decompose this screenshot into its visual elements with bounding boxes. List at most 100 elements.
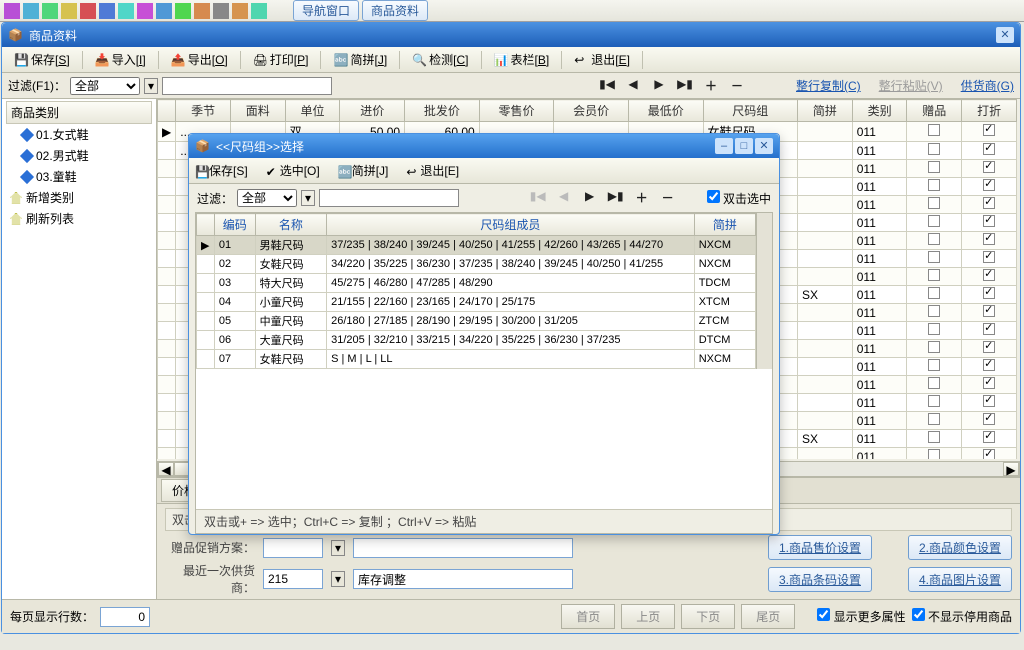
dialog-row[interactable]: 04小童尺码21/155 | 22/160 | 23/165 | 24/170 … [197, 293, 756, 312]
tool-icon[interactable] [23, 3, 39, 19]
color-setting-button[interactable]: 2.商品颜色设置 [908, 535, 1012, 560]
toolbar-保存[interactable]: 💾保存[S] [8, 49, 76, 70]
dialog-min-button[interactable]: – [715, 138, 733, 154]
tree-action[interactable]: 刷新列表 [6, 208, 152, 229]
tree-item[interactable]: 01.女式鞋 [6, 124, 152, 145]
dialog-row[interactable]: ▶01男鞋尺码37/235 | 38/240 | 39/245 | 40/250… [197, 236, 756, 255]
supplier-code-input[interactable] [263, 569, 323, 589]
tool-icon[interactable] [213, 3, 229, 19]
tool-icon[interactable] [118, 3, 134, 19]
main-toolbar: 💾保存[S] 📥导入[I] 📤导出[O] 🖨打印[P] 🔤简拼[J] 🔍检测[C] 📊表栏[… [2, 47, 1020, 73]
dialog-filter-input[interactable] [319, 189, 459, 207]
dbl-click-checkbox[interactable]: 双击选中 [707, 190, 771, 207]
page-prev[interactable]: 上页 [621, 604, 675, 629]
supplier-name-input[interactable] [353, 569, 573, 589]
rows-label: 每页显示行数： [10, 608, 94, 625]
nav-last[interactable]: ▶▮ [674, 77, 696, 95]
dialog-filter-row: 过滤： 全部 ▾ ▮◀ ◀ ▶ ▶▮ ＋ － 双击选中 [189, 184, 779, 212]
dlg-nav-last[interactable]: ▶▮ [605, 189, 627, 207]
nav-prev[interactable]: ◀ [622, 77, 644, 95]
dlg-toolbar-btn[interactable]: ↩退出[E] [406, 162, 459, 179]
barcode-setting-button[interactable]: 3.商品条码设置 [768, 567, 872, 592]
tool-icon[interactable] [80, 3, 96, 19]
toolbar-导出[interactable]: 📤导出[O] [165, 49, 234, 70]
tree-item[interactable]: 03.童鞋 [6, 166, 152, 187]
filter-input[interactable] [162, 77, 332, 95]
dialog-filter-select[interactable]: 全部 [237, 189, 297, 207]
dialog-row[interactable]: 07女鞋尺码S | M | L | LLNXCM [197, 350, 756, 369]
tool-icon[interactable] [4, 3, 20, 19]
dialog-row[interactable]: 03特大尺码45/275 | 46/280 | 47/285 | 48/290T… [197, 274, 756, 293]
page-last[interactable]: 尾页 [741, 604, 795, 629]
dialog-close-button[interactable]: ✕ [755, 138, 773, 154]
hide-stopped-checkbox[interactable]: 不显示停用商品 [912, 608, 1012, 625]
dlg-toolbar-btn[interactable]: 💾保存[S] [195, 162, 248, 179]
toolbar-icon: 🖨 [253, 53, 267, 67]
window-title: 商品资料 [29, 27, 77, 44]
promo-dropdown-icon[interactable]: ▾ [331, 540, 345, 556]
dialog-max-button[interactable]: □ [735, 138, 753, 154]
filter-select[interactable]: 全部 [70, 77, 140, 95]
dialog-v-scrollbar[interactable] [756, 213, 772, 369]
toolbar-简拼[interactable]: 🔤简拼[J] [327, 49, 393, 70]
dlg-nav-remove[interactable]: － [657, 189, 679, 207]
supplier-dropdown-icon[interactable]: ▾ [331, 571, 345, 587]
dialog-filter-dropdown-icon[interactable]: ▾ [301, 190, 315, 206]
scroll-right-icon[interactable]: ▶ [1003, 462, 1019, 476]
dialog-filter-label: 过滤： [197, 190, 233, 207]
toolbar-退出[interactable]: ↩退出[E] [568, 49, 636, 70]
tool-icon[interactable] [175, 3, 191, 19]
dialog-toolbar: 💾保存[S] ✔选中[O] 🔤简拼[J] ↩退出[E] [189, 158, 779, 184]
image-setting-button[interactable]: 4.商品图片设置 [908, 567, 1012, 592]
app-toolbar: 导航窗口 商品资料 [0, 0, 1024, 22]
show-more-checkbox[interactable]: 显示更多属性 [817, 608, 905, 625]
tab-product-info[interactable]: 商品资料 [362, 0, 428, 21]
dialog-icon: 📦 [195, 139, 210, 153]
filter-row: 过滤(F1)： 全部 ▾ ▮◀ ◀ ▶ ▶▮ ＋ － 整行复制(C) 整行粘贴(… [2, 73, 1020, 99]
tool-icon[interactable] [137, 3, 153, 19]
dlg-nav-prev[interactable]: ◀ [553, 189, 575, 207]
dlg-nav-first[interactable]: ▮◀ [527, 189, 549, 207]
toolbar-打印[interactable]: 🖨打印[P] [247, 49, 315, 70]
tool-icon[interactable] [99, 3, 115, 19]
promo-name-input[interactable] [353, 538, 573, 558]
price-setting-button[interactable]: 1.商品售价设置 [768, 535, 872, 560]
nav-next[interactable]: ▶ [648, 77, 670, 95]
tree-action[interactable]: 新增类别 [6, 187, 152, 208]
toolbar-检测[interactable]: 🔍检测[C] [406, 49, 474, 70]
toolbar-导入[interactable]: 📥导入[I] [89, 49, 152, 70]
promo-code-input[interactable] [263, 538, 323, 558]
dialog-grid[interactable]: 编码名称尺码组成员简拼▶01男鞋尺码37/235 | 38/240 | 39/2… [195, 212, 773, 534]
diamond-icon [20, 127, 34, 141]
tool-icon[interactable] [156, 3, 172, 19]
supplier-button[interactable]: 供货商(G) [961, 77, 1014, 94]
tool-icon[interactable] [42, 3, 58, 19]
dialog-row[interactable]: 06大童尺码31/205 | 32/210 | 33/215 | 34/220 … [197, 331, 756, 350]
close-button[interactable]: ✕ [996, 27, 1014, 43]
tool-icon[interactable] [61, 3, 77, 19]
tab-nav-window[interactable]: 导航窗口 [293, 0, 359, 21]
page-next[interactable]: 下页 [681, 604, 735, 629]
filter-dropdown-icon[interactable]: ▾ [144, 78, 158, 94]
app-icon: 📦 [8, 28, 23, 42]
nav-remove[interactable]: － [726, 77, 748, 95]
dlg-toolbar-btn[interactable]: 🔤简拼[J] [338, 162, 389, 179]
tree-item[interactable]: 02.男式鞋 [6, 145, 152, 166]
dialog-row[interactable]: 05中童尺码26/180 | 27/185 | 28/190 | 29/195 … [197, 312, 756, 331]
page-first[interactable]: 首页 [561, 604, 615, 629]
tool-icon[interactable] [251, 3, 267, 19]
rows-input[interactable] [100, 607, 150, 627]
toolbar-表栏[interactable]: 📊表栏[B] [488, 49, 556, 70]
nav-first[interactable]: ▮◀ [596, 77, 618, 95]
paste-row-button[interactable]: 整行粘贴(V) [879, 77, 943, 94]
dlg-toolbar-btn[interactable]: ✔选中[O] [266, 162, 320, 179]
dialog-titlebar[interactable]: 📦 <<尺码组>>选择 – □ ✕ [189, 134, 779, 158]
tool-icon[interactable] [232, 3, 248, 19]
dialog-row[interactable]: 02女鞋尺码34/220 | 35/225 | 36/230 | 37/235 … [197, 255, 756, 274]
dlg-nav-add[interactable]: ＋ [631, 189, 653, 207]
tool-icon[interactable] [194, 3, 210, 19]
dlg-nav-next[interactable]: ▶ [579, 189, 601, 207]
scroll-left-icon[interactable]: ◀ [158, 462, 174, 476]
nav-add[interactable]: ＋ [700, 77, 722, 95]
copy-row-button[interactable]: 整行复制(C) [796, 77, 861, 94]
